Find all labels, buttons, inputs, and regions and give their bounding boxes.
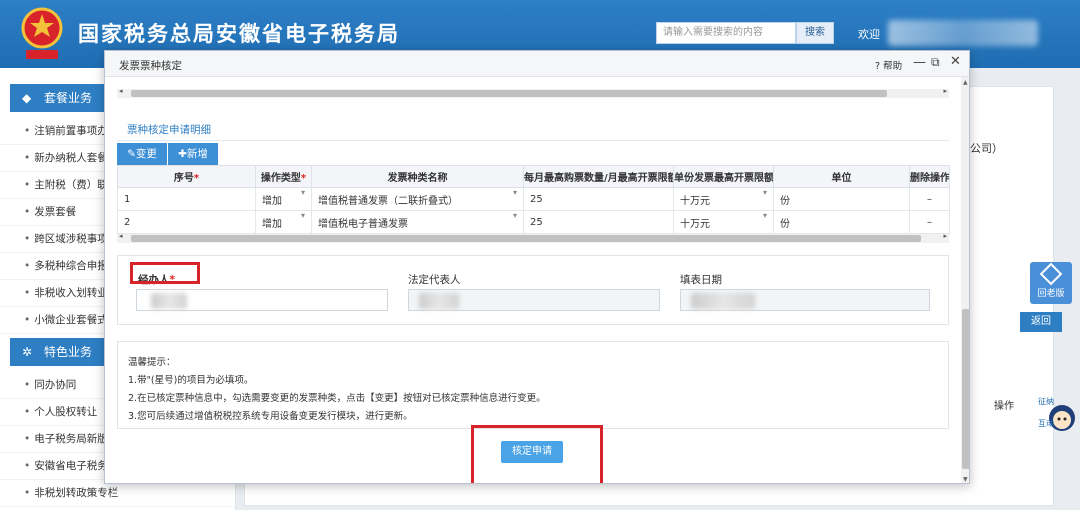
- search-input[interactable]: 请输入需要搜索的内容: [656, 22, 796, 44]
- top-horizontal-scrollbar[interactable]: ◂ ▸: [117, 87, 949, 98]
- close-icon[interactable]: ✕: [950, 54, 961, 69]
- sidebar-item[interactable]: 非税划转政策专栏: [0, 480, 235, 507]
- limit-select[interactable]: 十万元 ▾: [673, 210, 774, 234]
- table-row[interactable]: 2 增加 ▾ 增值税电子普通发票 ▾ 25 十万元 ▾ 份 –: [117, 210, 950, 234]
- legal-rep-input[interactable]: [408, 289, 660, 311]
- chevron-down-icon: ▾: [300, 211, 305, 221]
- help-button[interactable]: ? 帮助: [875, 58, 902, 72]
- tip-line: 1.带"(星号)的项目为必填项。: [128, 375, 254, 386]
- blurred-user-info: [888, 20, 1038, 46]
- dialog-title: 发票票种核定: [119, 60, 182, 72]
- tip-line: 2.在已核定票种信息中，勾选需要变更的发票种类，点击【变更】按钮对已核定票种信息…: [128, 393, 546, 404]
- chevron-down-icon: ▾: [762, 211, 767, 221]
- qty-input[interactable]: 25: [523, 210, 674, 234]
- invoice-type-table: 序号* 操作类型* 发票种类名称 每月最高购票数量/月最高开票限额 单份发票最高…: [117, 165, 950, 234]
- legal-rep-label: 法定代表人: [408, 274, 461, 286]
- op-type-select[interactable]: 增加 ▾: [255, 210, 312, 234]
- site-title: 国家税务总局安徽省电子税务局: [78, 22, 400, 46]
- scroll-down-icon[interactable]: ▼: [963, 476, 968, 483]
- invoice-name-select[interactable]: 增值税电子普通发票 ▾: [311, 210, 524, 234]
- dialog-vertical-scrollbar[interactable]: ▲ ▼: [961, 77, 969, 483]
- op-type-select[interactable]: 增加 ▾: [255, 187, 312, 211]
- company-name-suffix: 公司）: [970, 142, 1003, 155]
- scrollbar-thumb[interactable]: [131, 235, 921, 242]
- welcome-text: 欢迎: [858, 28, 880, 41]
- return-button[interactable]: 返回: [1020, 312, 1062, 332]
- pencil-icon: ✎: [127, 148, 136, 160]
- scrollbar-thumb[interactable]: [962, 309, 969, 469]
- svg-text:互动: 互动: [1038, 418, 1054, 428]
- applicant-form: 经办人* 法定代表人 填表日期: [117, 255, 949, 325]
- highlight-box-handler: [130, 262, 200, 284]
- mascot-icon[interactable]: 征纳 互动: [1036, 392, 1076, 436]
- national-emblem-icon: [21, 7, 63, 59]
- scroll-left-icon[interactable]: ◂: [119, 232, 123, 240]
- plus-icon: ✚: [178, 148, 187, 160]
- tip-line: 3.您可后续通过增值税税控系统专用设备变更发行模块，进行更新。: [128, 411, 413, 422]
- chevron-down-icon: ▾: [762, 188, 767, 198]
- operation-column-header: 操作: [994, 401, 1014, 412]
- col-header-qty: 每月最高购票数量/月最高开票限额: [523, 165, 674, 188]
- table-row[interactable]: 1 增加 ▾ 增值税普通发票（二联折叠式） ▾ 25 十万元 ▾ 份 –: [117, 187, 950, 211]
- col-header-op: 操作类型*: [255, 165, 312, 188]
- date-label: 填表日期: [680, 274, 722, 286]
- date-input[interactable]: [680, 289, 930, 311]
- qty-input[interactable]: 25: [523, 187, 674, 211]
- limit-select[interactable]: 十万元 ▾: [673, 187, 774, 211]
- highlight-box-submit: [471, 425, 603, 483]
- table-header-row: 序号* 操作类型* 发票种类名称 每月最高购票数量/月最高开票限额 单份发票最高…: [117, 165, 950, 188]
- col-header-delete: 删除操作: [909, 165, 950, 188]
- invoice-name-select[interactable]: 增值税普通发票（二联折叠式） ▾: [311, 187, 524, 211]
- scrollbar-thumb[interactable]: [131, 90, 887, 97]
- delete-action[interactable]: –: [909, 210, 950, 234]
- add-button[interactable]: ✚新增: [168, 143, 218, 165]
- cell-no: 2: [117, 210, 256, 234]
- chevron-down-icon: ▾: [512, 211, 517, 221]
- minimize-icon[interactable]: —: [913, 55, 926, 70]
- col-header-unit: 单位: [773, 165, 910, 188]
- maximize-icon[interactable]: ⧉: [931, 55, 940, 70]
- cell-no: 1: [117, 187, 256, 211]
- scroll-left-icon[interactable]: ◂: [119, 87, 123, 95]
- tips-title: 温馨提示：: [128, 357, 176, 368]
- section-header: 票种核定申请明细: [117, 113, 949, 141]
- scroll-right-icon[interactable]: ▸: [943, 232, 947, 240]
- layers-icon: ◆: [22, 91, 32, 105]
- invoice-type-approval-dialog: 发票票种核定 ? 帮助 — ⧉ ✕ ◂ ▸ 票种核定申请明细 ✎变更 ✚新增 序…: [104, 50, 970, 484]
- svg-text:征纳: 征纳: [1038, 396, 1054, 406]
- table-horizontal-scrollbar[interactable]: ◂ ▸: [117, 232, 949, 243]
- cell-unit: 份: [773, 210, 910, 234]
- chevron-down-icon: ▾: [300, 188, 305, 198]
- handler-input[interactable]: [136, 289, 388, 311]
- scroll-up-icon[interactable]: ▲: [963, 79, 968, 86]
- change-button[interactable]: ✎变更: [117, 143, 167, 165]
- col-header-no: 序号*: [117, 165, 256, 188]
- col-header-limit: 单份发票最高开票限额: [673, 165, 774, 188]
- cluster-icon: ✲: [22, 345, 33, 359]
- tips-box: 温馨提示： 1.带"(星号)的项目为必填项。 2.在已核定票种信息中，勾选需要变…: [117, 341, 949, 429]
- search-button[interactable]: 搜索: [796, 22, 834, 44]
- scroll-right-icon[interactable]: ▸: [943, 87, 947, 95]
- cell-unit: 份: [773, 187, 910, 211]
- delete-action[interactable]: –: [909, 187, 950, 211]
- section-title: 票种核定申请明细: [127, 124, 211, 136]
- col-header-name: 发票种类名称: [311, 165, 524, 188]
- chevron-down-icon: ▾: [512, 188, 517, 198]
- dialog-titlebar: 发票票种核定 ? 帮助 — ⧉ ✕: [105, 51, 969, 77]
- question-icon: ?: [875, 61, 881, 72]
